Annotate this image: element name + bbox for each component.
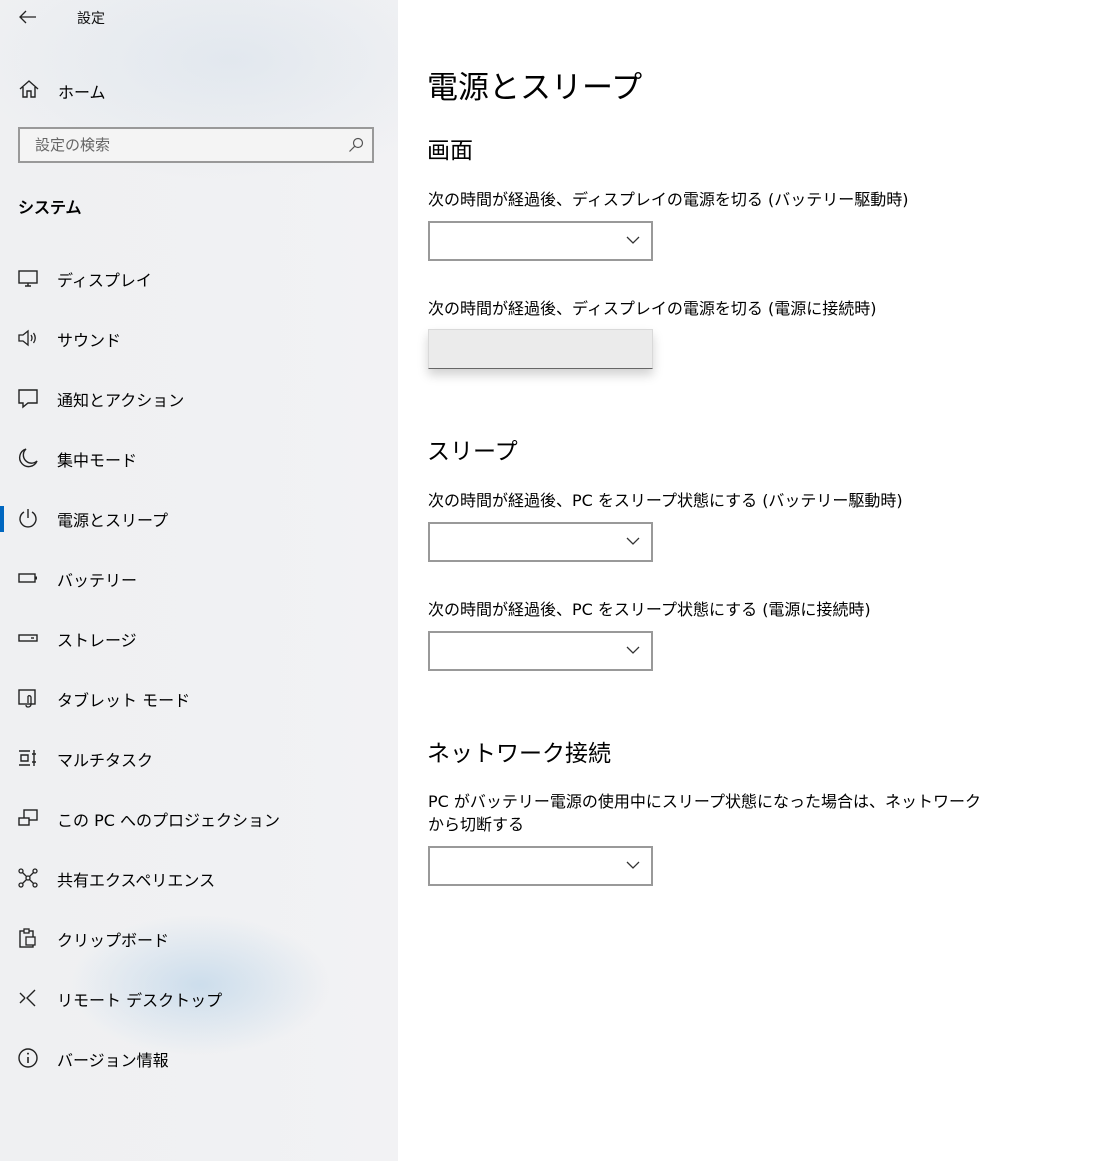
section-heading-network: ネットワーク接続 bbox=[427, 741, 611, 767]
back-button[interactable] bbox=[14, 4, 42, 30]
sidebar-item-multitask[interactable]: マルチタスク bbox=[0, 728, 398, 788]
search-box[interactable] bbox=[18, 127, 374, 163]
notification-icon bbox=[18, 389, 38, 409]
sidebar-item-label: タブレット モード bbox=[57, 691, 191, 710]
screen-plugged-dropdown[interactable] bbox=[428, 329, 653, 369]
sidebar-item-power-sleep[interactable]: 電源とスリープ bbox=[0, 488, 398, 548]
network-dropdown[interactable] bbox=[428, 846, 653, 886]
home-icon bbox=[19, 80, 39, 98]
sidebar-item-label: この PC へのプロジェクション bbox=[57, 811, 280, 830]
sidebar-item-label: 集中モード bbox=[57, 451, 138, 470]
sidebar-item-label: ホーム bbox=[58, 83, 106, 102]
chevron-down-icon bbox=[626, 646, 640, 654]
chevron-down-icon bbox=[626, 861, 640, 869]
section-heading-screen: 画面 bbox=[427, 138, 473, 164]
section-heading-sleep: スリープ bbox=[427, 439, 518, 465]
tablet-icon bbox=[18, 689, 36, 708]
sidebar-item-label: マルチタスク bbox=[57, 751, 154, 770]
sidebar-item-projection[interactable]: この PC へのプロジェクション bbox=[0, 788, 398, 848]
sidebar-item-shared-experiences[interactable]: 共有エクスペリエンス bbox=[0, 848, 398, 908]
page-title: 電源とスリープ bbox=[427, 70, 643, 106]
info-icon bbox=[18, 1048, 38, 1068]
sidebar-item-clipboard[interactable]: クリップボード bbox=[0, 908, 398, 968]
chevron-down-icon bbox=[626, 537, 640, 545]
section-label: システム bbox=[18, 198, 82, 217]
sidebar-item-display[interactable]: ディスプレイ bbox=[0, 248, 398, 308]
power-icon bbox=[19, 509, 37, 528]
sidebar-nav: ディスプレイ サウンド 通知とアクション 集中モード 電源とスリープ バッテリー… bbox=[0, 248, 398, 1088]
sidebar-item-battery[interactable]: バッテリー bbox=[0, 548, 398, 608]
active-indicator bbox=[0, 506, 4, 532]
sidebar-item-label: バッテリー bbox=[57, 571, 138, 590]
back-arrow-icon bbox=[19, 10, 36, 24]
sidebar-item-label: バージョン情報 bbox=[57, 1051, 169, 1070]
sidebar-item-label: 電源とスリープ bbox=[57, 511, 169, 530]
sleep-battery-dropdown[interactable] bbox=[428, 522, 653, 562]
sleep-plugged-label: 次の時間が経過後、PC をスリープ状態にする (電源に接続時) bbox=[428, 600, 871, 619]
sleep-battery-label: 次の時間が経過後、PC をスリープ状態にする (バッテリー駆動時) bbox=[428, 491, 903, 510]
sidebar-item-remote-desktop[interactable]: リモート デスクトップ bbox=[0, 968, 398, 1028]
screen-plugged-label: 次の時間が経過後、ディスプレイの電源を切る (電源に接続時) bbox=[428, 299, 877, 318]
battery-icon bbox=[18, 573, 37, 583]
sidebar-item-notifications[interactable]: 通知とアクション bbox=[0, 368, 398, 428]
screen-battery-dropdown[interactable] bbox=[428, 221, 653, 261]
sidebar-item-about[interactable]: バージョン情報 bbox=[0, 1028, 398, 1088]
search-icon[interactable] bbox=[348, 137, 364, 153]
main-content: 電源とスリープ 画面 次の時間が経過後、ディスプレイの電源を切る (バッテリー駆… bbox=[398, 0, 1107, 1161]
sidebar-item-label: リモート デスクトップ bbox=[57, 991, 223, 1010]
sidebar-item-tablet[interactable]: タブレット モード bbox=[0, 668, 398, 728]
sidebar-item-label: サウンド bbox=[57, 331, 122, 350]
clipboard-icon bbox=[19, 928, 36, 948]
speaker-icon bbox=[18, 329, 36, 347]
storage-icon bbox=[18, 634, 38, 642]
share-icon bbox=[18, 868, 38, 888]
sidebar-item-label: ストレージ bbox=[57, 631, 137, 650]
chevron-down-icon bbox=[626, 236, 640, 244]
projection-icon bbox=[18, 809, 38, 826]
sidebar-item-label: 共有エクスペリエンス bbox=[57, 871, 216, 890]
sidebar: 設定 ホーム システム ディスプレイ サウンド 通知とアクション 集中モード 電… bbox=[0, 0, 398, 1161]
sidebar-item-label: 通知とアクション bbox=[57, 391, 185, 410]
sidebar-item-label: クリップボード bbox=[57, 931, 170, 950]
moon-icon bbox=[18, 448, 38, 468]
app-title: 設定 bbox=[77, 11, 105, 27]
sidebar-item-home[interactable]: ホーム bbox=[0, 72, 398, 106]
sleep-plugged-dropdown[interactable] bbox=[428, 631, 653, 671]
screen-battery-label: 次の時間が経過後、ディスプレイの電源を切る (バッテリー駆動時) bbox=[428, 190, 909, 209]
network-label: PC がバッテリー電源の使用中にスリープ状態になった場合は、ネットワークから切断… bbox=[428, 792, 981, 834]
remote-desktop-icon bbox=[19, 989, 36, 1007]
display-icon bbox=[18, 270, 38, 287]
sidebar-item-focus[interactable]: 集中モード bbox=[0, 428, 398, 488]
multitask-icon bbox=[19, 750, 36, 766]
sidebar-item-storage[interactable]: ストレージ bbox=[0, 608, 398, 668]
sidebar-item-sound[interactable]: サウンド bbox=[0, 308, 398, 368]
sidebar-item-label: ディスプレイ bbox=[57, 271, 152, 290]
search-input[interactable] bbox=[20, 129, 355, 161]
